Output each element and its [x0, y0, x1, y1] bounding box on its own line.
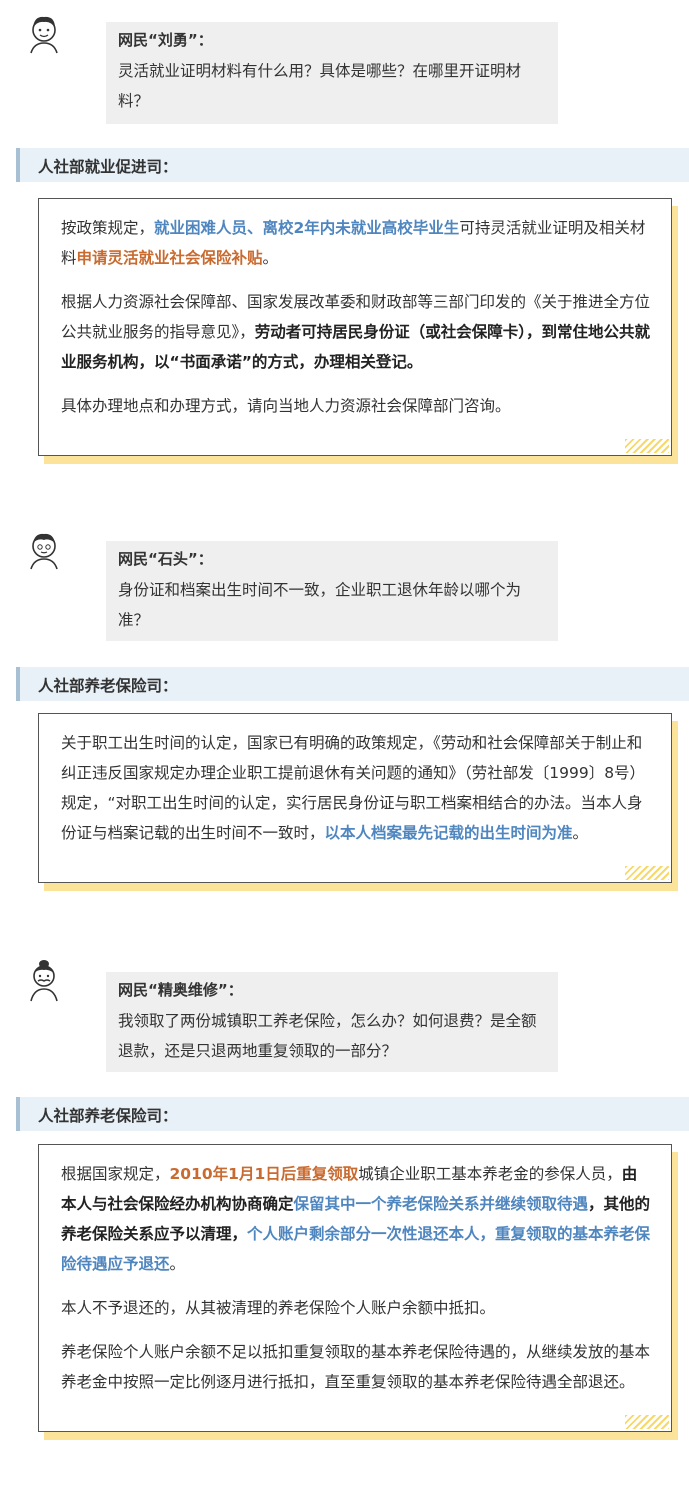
department-header: 人社部就业促进司： [16, 148, 689, 182]
question-text: 我领取了两份城镇职工养老保险，怎么办？如何退费？是全额退款，还是只退两地重复领取… [118, 1012, 537, 1060]
highlight-text-run: 2010年1月1日后重复领取 [169, 1165, 359, 1183]
answer-text-run: 本人不予退还的，从其被清理的养老保险个人账户余额中抵扣。 [61, 1299, 496, 1317]
answer-text-run: 根据国家规定， [61, 1165, 170, 1183]
highlight-text-run: 以本人档案最先记载的出生时间为准 [324, 824, 573, 842]
answer-text-run: 。 [169, 1255, 186, 1273]
answer-paragraph: 本人不予退还的，从其被清理的养老保险个人账户余额中抵扣。 [61, 1293, 651, 1323]
answer-text-run: 具体办理地点和办理方式，请向当地人力资源社会保障部门咨询。 [61, 397, 511, 415]
corner-hatch-decoration [625, 1415, 669, 1429]
highlight-text-run: 申请灵活就业社会保险补贴 [76, 249, 263, 267]
netizen-name: 网民“刘勇”： [118, 31, 213, 49]
answer-body: 根据国家规定，2010年1月1日后重复领取城镇企业职工基本养老金的参保人员，由本… [38, 1144, 672, 1432]
answer-text-run: 城镇企业职工基本养老金的参保人员， [358, 1165, 622, 1183]
user-avatar-icon [30, 16, 58, 54]
answer-card: 关于职工出生时间的认定，国家已有明确的政策规定，《劳动和社会保障部关于制止和纠正… [38, 713, 678, 891]
corner-hatch-decoration [625, 439, 669, 453]
user-avatar-icon [30, 533, 58, 570]
answer-paragraph: 根据国家规定，2010年1月1日后重复领取城镇企业职工基本养老金的参保人员，由本… [61, 1159, 651, 1279]
question-bubble: 网民“精奥维修”： 我领取了两份城镇职工养老保险，怎么办？如何退费？是全额退款，… [106, 972, 558, 1072]
answer-card: 按政策规定，就业困难人员、离校2年内未就业高校毕业生可持灵活就业证明及相关材料申… [38, 198, 678, 464]
answer-text-run: 按政策规定， [61, 219, 155, 237]
question-bubble: 网民“刘勇”： 灵活就业证明材料有什么用？具体是哪些？在哪里开证明材料？ [106, 22, 558, 124]
answer-paragraph: 养老保险个人账户余额不足以抵扣重复领取的基本养老保险待遇的，从继续发放的基本养老… [61, 1337, 651, 1397]
corner-hatch-decoration [625, 866, 669, 880]
answer-paragraph: 根据人力资源社会保障部、国家发展改革委和财政部等三部门印发的《关于推进全方位公共… [61, 287, 651, 377]
department-name: 人社部就业促进司： [38, 158, 178, 176]
answer-text-run: 养老保险个人账户余额不足以抵扣重复领取的基本养老保险待遇的，从继续发放的基本养老… [61, 1343, 651, 1391]
department-header: 人社部养老保险司： [16, 1097, 689, 1131]
answer-paragraph: 按政策规定，就业困难人员、离校2年内未就业高校毕业生可持灵活就业证明及相关材料申… [61, 213, 651, 273]
department-name: 人社部养老保险司： [38, 677, 178, 695]
netizen-name: 网民“精奥维修”： [118, 981, 243, 999]
question-text: 身份证和档案出生时间不一致，企业职工退休年龄以哪个为准？ [118, 581, 522, 629]
answer-body: 按政策规定，就业困难人员、离校2年内未就业高校毕业生可持灵活就业证明及相关材料申… [38, 198, 672, 456]
department-name: 人社部养老保险司： [38, 1107, 178, 1125]
answer-text-run: 。 [262, 249, 279, 267]
highlight-text-run: 保留其中一个养老保险关系并继续领取待遇 [293, 1195, 589, 1213]
answer-paragraph: 关于职工出生时间的认定，国家已有明确的政策规定，《劳动和社会保障部关于制止和纠正… [61, 728, 651, 848]
department-header: 人社部养老保险司： [16, 667, 689, 701]
answer-card: 根据国家规定，2010年1月1日后重复领取城镇企业职工基本养老金的参保人员，由本… [38, 1144, 678, 1440]
question-text: 灵活就业证明材料有什么用？具体是哪些？在哪里开证明材料？ [118, 62, 522, 110]
user-avatar-icon [30, 960, 58, 1002]
netizen-name: 网民“石头”： [118, 550, 213, 568]
answer-paragraph: 具体办理地点和办理方式，请向当地人力资源社会保障部门咨询。 [61, 391, 651, 421]
answer-body: 关于职工出生时间的认定，国家已有明确的政策规定，《劳动和社会保障部关于制止和纠正… [38, 713, 672, 883]
question-bubble: 网民“石头”： 身份证和档案出生时间不一致，企业职工退休年龄以哪个为准？ [106, 541, 558, 641]
highlight-text-run: 就业困难人员、离校2年内未就业高校毕业生 [154, 219, 460, 237]
answer-text-run: 。 [572, 824, 589, 842]
